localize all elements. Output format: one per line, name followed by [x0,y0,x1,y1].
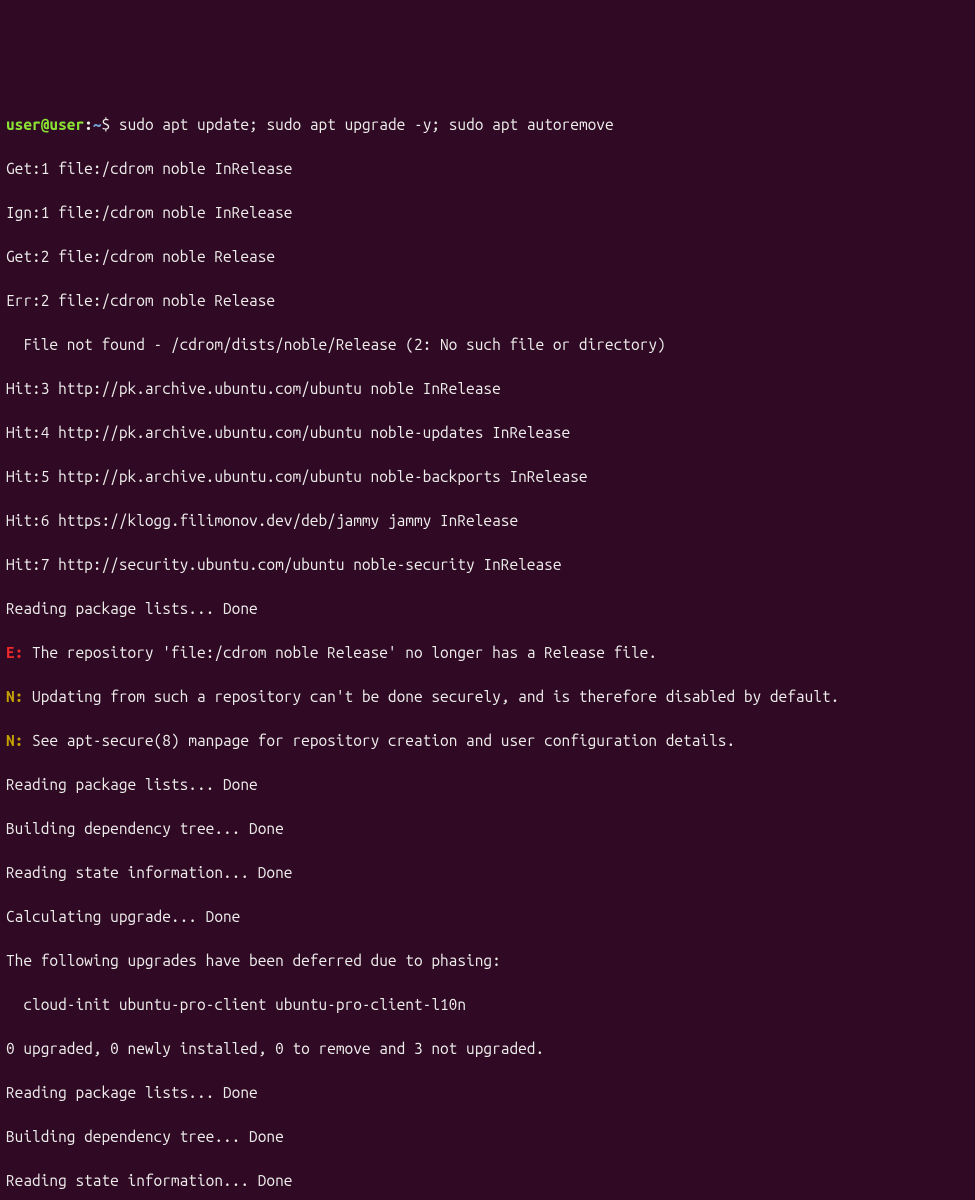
output-line: Building dependency tree... Done [6,818,969,840]
output-line: The following upgrades have been deferre… [6,950,969,972]
output-line: Get:2 file:/cdrom noble Release [6,246,969,268]
output-line: Building dependency tree... Done [6,1126,969,1148]
output-line: Hit:3 http://pk.archive.ubuntu.com/ubunt… [6,378,969,400]
prompt-user: user [6,116,41,133]
prompt-colon: : [84,116,93,133]
notice-text: Updating from such a repository can't be… [23,688,839,705]
terminal[interactable]: user@user:~$ sudo apt update; sudo apt u… [6,92,969,1200]
notice-prefix: N: [6,732,23,749]
output-line: Reading package lists... Done [6,598,969,620]
output-line: Reading package lists... Done [6,774,969,796]
notice-text: See apt-secure(8) manpage for repository… [23,732,735,749]
error-line: E: The repository 'file:/cdrom noble Rel… [6,642,969,664]
output-line: Get:1 file:/cdrom noble InRelease [6,158,969,180]
output-line: Hit:4 http://pk.archive.ubuntu.com/ubunt… [6,422,969,444]
prompt-dollar: $ [102,116,119,133]
prompt-path: ~ [93,116,102,133]
output-line: Reading state information... Done [6,862,969,884]
output-line: Hit:7 http://security.ubuntu.com/ubuntu … [6,554,969,576]
output-line: Calculating upgrade... Done [6,906,969,928]
output-line: Hit:5 http://pk.archive.ubuntu.com/ubunt… [6,466,969,488]
output-line: 0 upgraded, 0 newly installed, 0 to remo… [6,1038,969,1060]
output-line: File not found - /cdrom/dists/noble/Rele… [6,334,969,356]
error-prefix: E: [6,644,23,661]
command-text: sudo apt update; sudo apt upgrade -y; su… [119,116,614,133]
prompt-host: user [49,116,84,133]
output-line: Ign:1 file:/cdrom noble InRelease [6,202,969,224]
output-line: Reading state information... Done [6,1170,969,1192]
output-line: Reading package lists... Done [6,1082,969,1104]
output-line: cloud-init ubuntu-pro-client ubuntu-pro-… [6,994,969,1016]
notice-prefix: N: [6,688,23,705]
output-line: Hit:6 https://klogg.filimonov.dev/deb/ja… [6,510,969,532]
output-line: Err:2 file:/cdrom noble Release [6,290,969,312]
notice-line: N: Updating from such a repository can't… [6,686,969,708]
error-text: The repository 'file:/cdrom noble Releas… [23,644,657,661]
notice-line: N: See apt-secure(8) manpage for reposit… [6,730,969,752]
prompt-line-1: user@user:~$ sudo apt update; sudo apt u… [6,114,969,136]
